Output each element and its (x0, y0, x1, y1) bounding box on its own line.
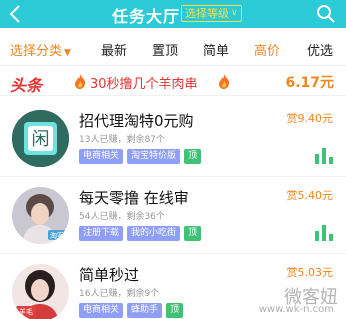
task-card[interactable]: 淘客 每天零撸 在线审 54人已赚，剩余36个 注册下载 我的小吃街 顶 赏5.… (0, 177, 346, 253)
pinned-tag: 顶 (184, 226, 202, 241)
avatar-photo: 羊毛 (12, 264, 69, 319)
task-tags: 电商相关 蜂助手 顶 (79, 303, 184, 318)
task-tag: 蜂助手 (127, 303, 163, 318)
filter-bar: 选择分类 ▼ 最新 置顶 简单 高价 优选 (0, 28, 346, 66)
svg-text:闲: 闲 (32, 129, 50, 150)
chevron-down-icon: ∨ (231, 8, 238, 18)
pinned-tag: 顶 (166, 303, 184, 318)
filter-category-label: 选择分类 (10, 44, 63, 59)
task-tags: 电商相关 淘宝特价版 顶 (79, 149, 202, 164)
select-level-button[interactable]: 选择等级 ∨ (181, 5, 242, 22)
filter-pinned[interactable]: 置顶 (152, 40, 178, 59)
filter-category[interactable]: 选择分类 ▼ (10, 40, 71, 59)
task-tag: 淘宝特价版 (127, 149, 181, 164)
task-title: 招代理淘特0元购 (79, 112, 194, 130)
task-title: 每天零撸 在线审 (79, 189, 189, 207)
task-tag: 我的小吃街 (127, 226, 181, 241)
bar-chart-icon (315, 225, 333, 241)
caret-down-icon: ▼ (64, 48, 71, 58)
headline-text: 30秒撸几个羊肉串 (90, 77, 198, 92)
task-title: 简单秒过 (79, 266, 140, 284)
task-tag: 电商相关 (79, 149, 124, 164)
task-card[interactable]: 闲 招代理淘特0元购 13人已赚，剩余87个 电商相关 淘宝特价版 顶 赏9.4… (0, 100, 346, 176)
task-progress: 13人已赚，剩余87个 (79, 135, 165, 145)
task-tags: 注册下载 我的小吃街 顶 (79, 226, 202, 241)
page-title: 任务大厅 (112, 7, 181, 26)
fire-icon (219, 74, 230, 89)
top-bar: 任务大厅 选择等级 ∨ (0, 0, 346, 28)
task-avatar: 闲 (12, 110, 69, 167)
search-icon[interactable] (315, 3, 337, 25)
filter-preferred[interactable]: 优选 (307, 40, 333, 59)
task-reward: 赏5.03元 (286, 266, 334, 279)
bar-chart-icon (315, 148, 333, 164)
task-avatar: 淘客 (12, 187, 69, 244)
fire-icon (75, 74, 86, 89)
task-tag: 注册下载 (79, 226, 124, 241)
filter-high-price[interactable]: 高价 (254, 40, 280, 59)
task-reward: 赏9.40元 (286, 112, 334, 125)
svg-text:淘客: 淘客 (50, 231, 64, 240)
task-avatar: 羊毛 (12, 264, 69, 319)
task-progress: 54人已赚，剩余36个 (79, 212, 165, 222)
svg-text:羊毛: 羊毛 (19, 307, 33, 316)
select-level-label: 选择等级 (185, 7, 229, 20)
task-progress: 16人已赚，剩余9个 (79, 289, 160, 299)
back-icon[interactable] (6, 3, 26, 25)
task-tag: 电商相关 (79, 303, 124, 318)
pinned-tag: 顶 (184, 149, 202, 164)
filter-simple[interactable]: 简单 (203, 40, 229, 59)
task-reward: 赏5.40元 (286, 189, 334, 202)
filter-newest[interactable]: 最新 (101, 40, 127, 59)
xianyu-app-icon: 闲 (12, 110, 69, 167)
headline-amount: 6.17元 (285, 75, 334, 91)
avatar-photo: 淘客 (12, 187, 69, 244)
watermark-url: www.wk-n.com (258, 304, 334, 315)
headline-tag: 头条 (10, 76, 43, 95)
headline-banner[interactable]: 头条 30秒撸几个羊肉串 6.17元 (0, 66, 346, 96)
